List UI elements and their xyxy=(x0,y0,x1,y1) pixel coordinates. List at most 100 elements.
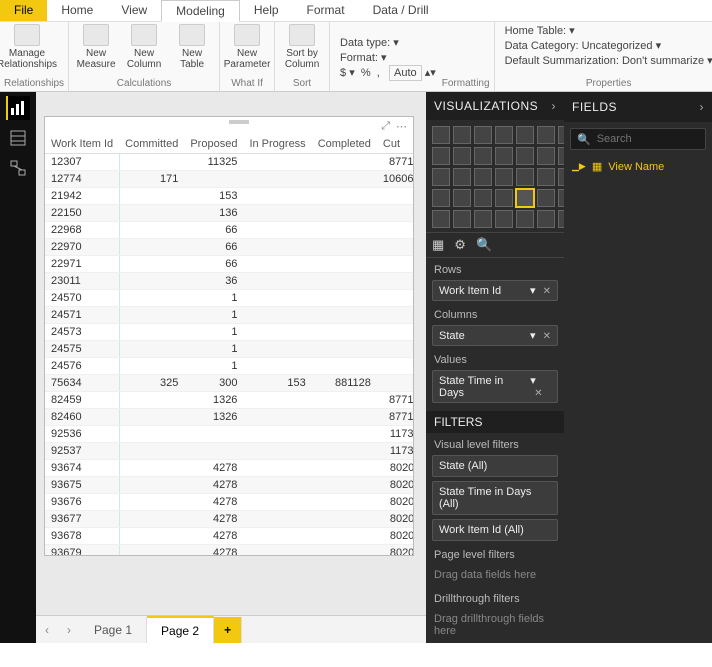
analytics-tab-icon[interactable]: 🔍 xyxy=(476,237,492,253)
menu-modeling[interactable]: Modeling xyxy=(161,0,240,22)
table-row[interactable]: 2296866 xyxy=(45,222,413,239)
pill-remove-icon[interactable]: ✕ xyxy=(543,286,551,297)
table-row[interactable]: 2297066 xyxy=(45,239,413,256)
new-table-button[interactable]: New Table xyxy=(169,24,215,70)
table-row[interactable]: 2301136 xyxy=(45,273,413,290)
viz-type-icon[interactable] xyxy=(516,189,534,207)
decimal-auto[interactable]: Auto xyxy=(389,65,422,81)
menu-datadrill[interactable]: Data / Drill xyxy=(359,0,443,21)
table-row[interactable]: 245751 xyxy=(45,341,413,358)
viz-type-icon[interactable] xyxy=(474,126,492,144)
collapse-fields-icon[interactable]: › xyxy=(700,100,705,114)
report-canvas[interactable]: ⤢ ⋯ Work Item IdCommittedProposedIn Prog… xyxy=(36,92,426,643)
values-field-pill[interactable]: State Time in Days▾ ✕ xyxy=(432,370,558,403)
table-row[interactable]: 824601326877150 xyxy=(45,409,413,426)
expand-icon[interactable]: ▁▶ xyxy=(572,161,586,172)
field-table-view-name[interactable]: ▁▶ ▦ View Name xyxy=(564,156,712,177)
pill-menu-icon[interactable]: ▾ ✕ xyxy=(530,329,551,342)
viz-type-icon[interactable] xyxy=(495,210,513,228)
viz-type-icon[interactable] xyxy=(432,210,450,228)
table-row[interactable]: 22150136 xyxy=(45,205,413,222)
viz-type-icon[interactable] xyxy=(516,168,534,186)
table-row[interactable]: 75634325300153881128 xyxy=(45,375,413,392)
table-row[interactable]: 936774278802011 xyxy=(45,511,413,528)
pill-menu-icon[interactable]: ▾ ✕ xyxy=(530,284,551,297)
viz-type-icon[interactable] xyxy=(432,126,450,144)
column-header[interactable]: In Progress xyxy=(243,135,311,154)
table-row[interactable]: 245761 xyxy=(45,358,413,375)
format-tab-icon[interactable]: ⚙ xyxy=(454,237,466,253)
table-row[interactable]: 245701 xyxy=(45,290,413,307)
data-category-dropdown[interactable]: Data Category: Uncategorized ▾ xyxy=(505,39,712,52)
tab-page1[interactable]: Page 1 xyxy=(80,617,147,643)
table-row[interactable]: 1230711325877150 xyxy=(45,154,413,171)
column-header[interactable]: Completed xyxy=(312,135,377,154)
column-header[interactable]: Committed xyxy=(119,135,184,154)
viz-type-icon[interactable] xyxy=(537,189,555,207)
viz-type-icon[interactable] xyxy=(537,126,555,144)
table-row[interactable]: 92537117370 xyxy=(45,443,413,460)
table-row[interactable]: 92536117370 xyxy=(45,426,413,443)
rows-field-pill[interactable]: Work Item Id▾ ✕ xyxy=(432,280,558,301)
manage-relationships-button[interactable]: Manage Relationships xyxy=(4,24,50,70)
new-parameter-button[interactable]: New Parameter xyxy=(224,24,270,70)
pill-remove-icon[interactable]: ✕ xyxy=(543,331,551,342)
viz-type-icon[interactable] xyxy=(495,147,513,165)
viz-type-icon[interactable] xyxy=(495,126,513,144)
drillthrough-drop[interactable]: Drag drillthrough fields here xyxy=(426,607,564,643)
sort-by-column-button[interactable]: Sort by Column xyxy=(279,24,325,70)
viz-type-icon[interactable] xyxy=(432,189,450,207)
table-row[interactable]: 245731 xyxy=(45,324,413,341)
viz-type-icon[interactable] xyxy=(453,126,471,144)
viz-type-icon[interactable] xyxy=(453,210,471,228)
home-table-dropdown[interactable]: Home Table: ▾ xyxy=(505,24,712,37)
fields-search[interactable]: 🔍 xyxy=(570,128,706,150)
viz-type-icon[interactable] xyxy=(516,147,534,165)
viz-type-icon[interactable] xyxy=(516,210,534,228)
menu-home[interactable]: Home xyxy=(47,0,107,21)
viz-type-icon[interactable] xyxy=(537,210,555,228)
table-row[interactable]: 936784278802011 xyxy=(45,528,413,545)
model-view-icon[interactable] xyxy=(6,156,30,180)
viz-type-icon[interactable] xyxy=(474,189,492,207)
decimal-stepper[interactable]: ▴▾ xyxy=(425,67,436,79)
fields-search-input[interactable] xyxy=(595,132,712,146)
viz-type-icon[interactable] xyxy=(516,126,534,144)
viz-type-icon[interactable] xyxy=(453,168,471,186)
viz-type-icon[interactable] xyxy=(432,147,450,165)
filter-work-item[interactable]: Work Item Id (All) xyxy=(432,519,558,541)
viz-type-icon[interactable] xyxy=(453,189,471,207)
viz-type-icon[interactable] xyxy=(453,147,471,165)
viz-type-icon[interactable] xyxy=(495,168,513,186)
matrix-visual[interactable]: ⤢ ⋯ Work Item IdCommittedProposedIn Prog… xyxy=(44,116,414,556)
currency-button[interactable]: $ ▾ xyxy=(340,67,355,79)
column-header[interactable]: Work Item Id xyxy=(45,135,119,154)
viz-type-icon[interactable] xyxy=(495,189,513,207)
more-options-icon[interactable]: ⋯ xyxy=(396,120,407,133)
filter-state-time[interactable]: State Time in Days (All) xyxy=(432,481,558,515)
page-filters-drop[interactable]: Drag data fields here xyxy=(426,563,564,587)
data-view-icon[interactable] xyxy=(6,126,30,150)
drag-handle-icon[interactable] xyxy=(229,120,249,124)
fields-tab-icon[interactable]: ▦ xyxy=(432,237,444,253)
table-row[interactable]: 2297166 xyxy=(45,256,413,273)
default-summarization-dropdown[interactable]: Default Summarization: Don't summarize ▾ xyxy=(505,54,712,67)
collapse-pane-icon[interactable]: › xyxy=(552,99,557,113)
viz-type-icon[interactable] xyxy=(474,147,492,165)
menu-help[interactable]: Help xyxy=(240,0,293,21)
percent-button[interactable]: % xyxy=(361,67,371,79)
comma-button[interactable]: , xyxy=(377,67,380,79)
data-type-dropdown[interactable]: Data type: ▾ xyxy=(340,36,436,49)
table-row[interactable]: 245711 xyxy=(45,307,413,324)
table-row[interactable]: 936764278802011 xyxy=(45,494,413,511)
table-row[interactable]: 127741711060696 xyxy=(45,171,413,188)
column-header[interactable]: Cut xyxy=(377,135,413,154)
menu-view[interactable]: View xyxy=(107,0,161,21)
table-row[interactable]: 936744278802011 xyxy=(45,460,413,477)
table-row[interactable]: 936794278802011 xyxy=(45,545,413,556)
viz-type-icon[interactable] xyxy=(474,168,492,186)
table-row[interactable]: 21942153 xyxy=(45,188,413,205)
report-view-icon[interactable] xyxy=(6,96,30,120)
pill-menu-icon[interactable]: ▾ ✕ xyxy=(530,374,551,399)
table-row[interactable]: 824591326877150 xyxy=(45,392,413,409)
